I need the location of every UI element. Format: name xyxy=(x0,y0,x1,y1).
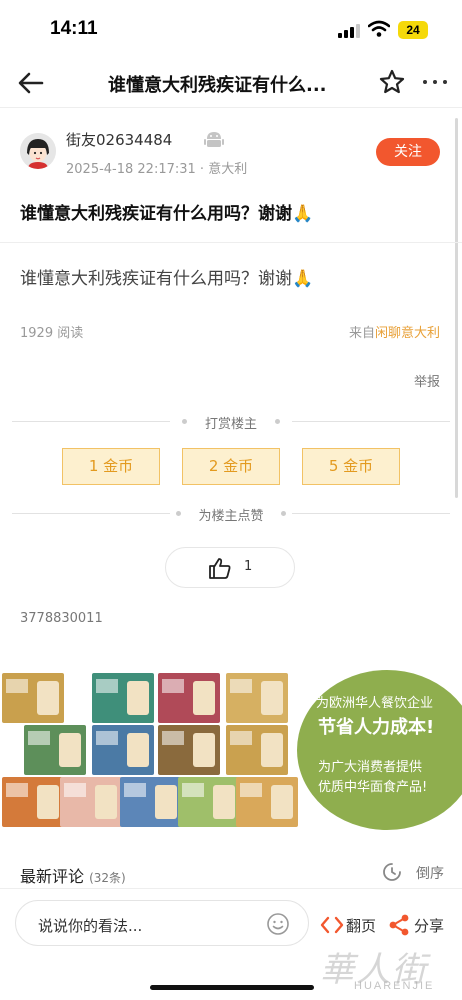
product-pack-image xyxy=(120,777,182,827)
wifi-icon xyxy=(368,20,390,37)
signal-icon xyxy=(338,24,362,38)
post-title: 谁懂意大利残疾证有什么用吗？谢谢🙏 xyxy=(20,204,314,224)
thumbs-up-icon xyxy=(209,558,231,579)
source-forum-link[interactable]: 闲聊意大利 xyxy=(375,326,440,341)
share-icon xyxy=(389,914,409,936)
like-separator: 为楼主点赞 xyxy=(12,504,450,524)
source-prefix: 来自 xyxy=(348,326,375,341)
page-label: 翻页 xyxy=(346,917,377,935)
status-bar: 14:11 24 xyxy=(0,0,462,58)
product-pack-image xyxy=(24,725,86,775)
android-device-icon xyxy=(204,132,224,147)
product-pack-image xyxy=(158,725,220,775)
sort-clock-icon[interactable] xyxy=(380,860,404,884)
comments-title: 最新评论 xyxy=(20,867,85,886)
star-outline-icon[interactable] xyxy=(378,68,406,96)
product-pack-image xyxy=(226,673,288,723)
ad-line-4: 优质中华面食产品! xyxy=(318,780,428,795)
nav-bar: 谁懂意大利残疾证有什么... xyxy=(0,58,462,108)
post-datetime-location: 2025-4-18 22:17:31 · 意大利 xyxy=(66,162,248,177)
like-heading: 为楼主点赞 xyxy=(198,509,264,524)
sort-order-button[interactable]: 倒序 xyxy=(416,863,444,883)
comments-count: (32条) xyxy=(89,871,126,885)
arrow-left-icon[interactable] xyxy=(16,68,46,98)
post-source: 来自闲聊意大利 xyxy=(349,322,440,341)
ad-line-2: 节省人力成本! xyxy=(318,717,435,738)
product-pack-image xyxy=(92,725,154,775)
follow-button[interactable]: 关注 xyxy=(376,138,440,166)
read-count: 1929 阅读 xyxy=(20,326,84,341)
post-body: 谁懂意大利残疾证有什么用吗？谢谢🙏 xyxy=(20,269,314,289)
like-count: 1 xyxy=(244,559,253,574)
site-watermark: 華人街 HUARENJIE xyxy=(320,942,450,996)
product-pack-image xyxy=(2,673,64,723)
watermark-en: HUARENJIE xyxy=(354,980,435,992)
report-link[interactable]: 举报 xyxy=(414,371,440,390)
product-pack-image xyxy=(226,725,288,775)
avatar-girl-icon xyxy=(20,133,56,169)
battery-indicator: 24 xyxy=(398,21,428,39)
home-indicator xyxy=(150,985,314,990)
product-pack-image xyxy=(92,673,154,723)
reward-separator: 打赏楼主 xyxy=(12,412,450,432)
post-id: 3778830011 xyxy=(20,611,103,626)
comment-placeholder: 说说你的看法... xyxy=(38,917,143,935)
coin-2-button[interactable]: 2 金币 xyxy=(182,448,280,485)
share-label: 分享 xyxy=(414,917,445,935)
comments-header: 最新评论 (32条) xyxy=(20,863,126,887)
coin-5-button[interactable]: 5 金币 xyxy=(302,448,400,485)
more-dots-icon[interactable] xyxy=(420,70,450,94)
product-pack-image xyxy=(2,777,64,827)
divider xyxy=(0,242,462,243)
scroll-indicator xyxy=(455,118,458,498)
status-time: 14:11 xyxy=(50,18,98,39)
product-pack-image xyxy=(236,777,298,827)
product-pack-image xyxy=(178,777,240,827)
page-flip-icon xyxy=(320,916,344,934)
product-pack-image xyxy=(158,673,220,723)
comment-input[interactable]: 说说你的看法... xyxy=(15,900,309,946)
avatar[interactable] xyxy=(20,133,56,169)
nav-title: 谁懂意大利残疾证有什么... xyxy=(108,75,327,96)
emoji-icon[interactable] xyxy=(266,912,290,936)
author-name[interactable]: 街友02634484 xyxy=(66,129,172,150)
coin-1-button[interactable]: 1 金币 xyxy=(62,448,160,485)
ad-line-1: 为欧洲华人餐饮企业 xyxy=(316,696,434,711)
like-button[interactable]: 1 xyxy=(165,547,295,588)
reward-heading: 打赏楼主 xyxy=(204,417,257,432)
ad-line-3: 为广大消费者提供 xyxy=(318,760,423,775)
product-pack-image xyxy=(60,777,122,827)
